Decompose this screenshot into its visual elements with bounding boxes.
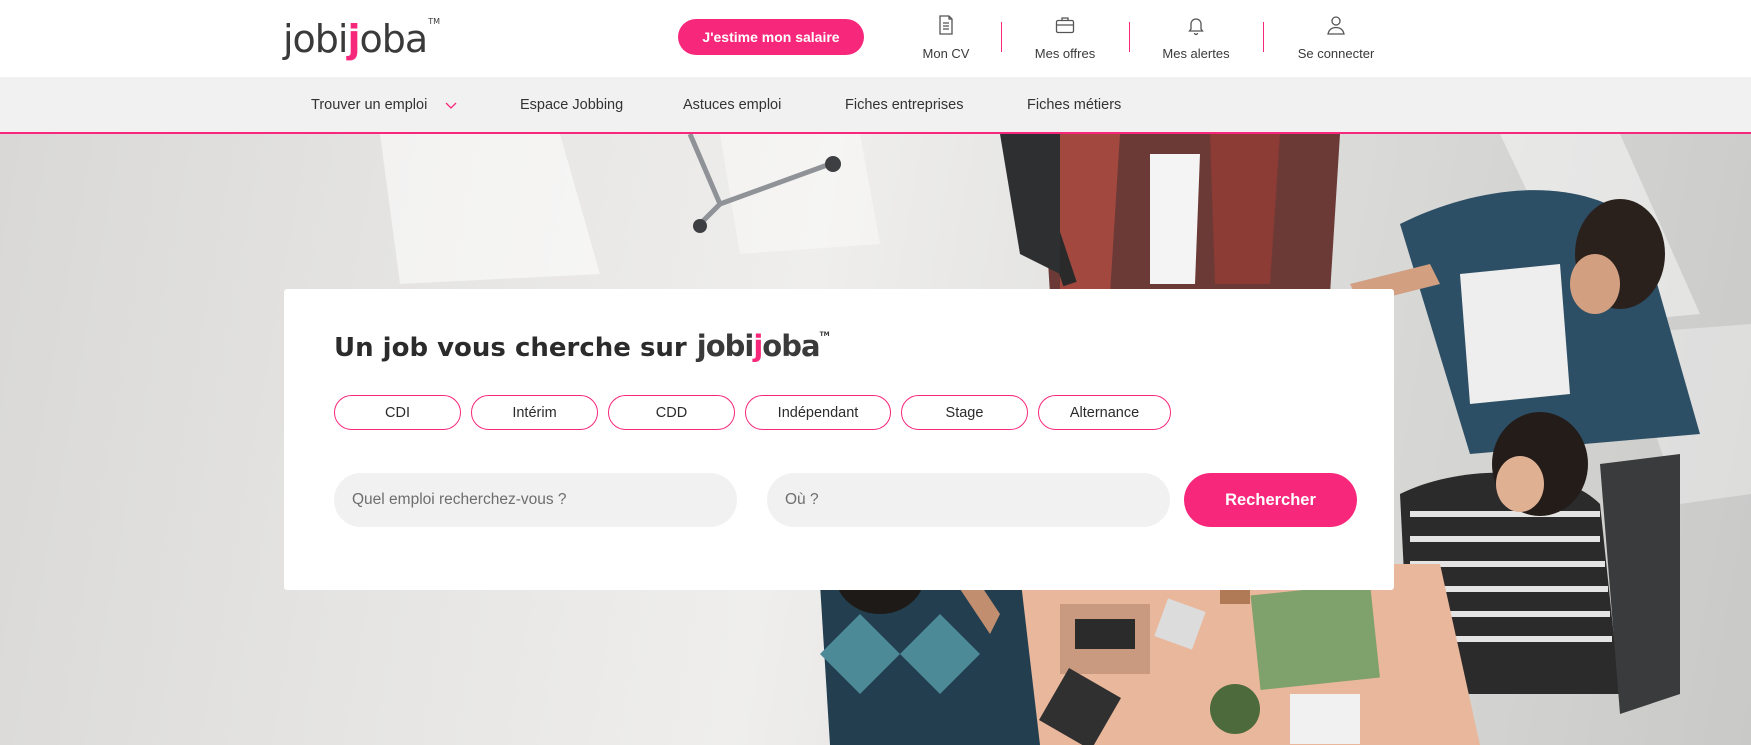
nav-item-label: Trouver un emploi (311, 96, 428, 113)
logo-text-start: jobi (283, 17, 348, 61)
chevron-down-icon[interactable] (445, 99, 457, 111)
my-offers-label: Mes offres (1034, 46, 1096, 61)
user-icon (1327, 16, 1345, 35)
site-header: jobi j oba TM J'estime mon salaire Mon CV M… (0, 0, 1751, 77)
nav-item-company-profiles[interactable]: Fiches entreprises (845, 77, 963, 132)
briefcase-icon (1055, 17, 1075, 34)
contract-type-filters: CDI Intérim CDD Indépendant Stage Altern… (334, 395, 1181, 430)
nav-item-label: Fiches entreprises (845, 96, 964, 113)
contract-chip-stage[interactable]: Stage (901, 395, 1028, 430)
my-alerts-link[interactable]: Mes alertes (1136, 14, 1256, 61)
hero-banner: Un job vous cherche sur jobi j oba TM CDI I… (0, 134, 1751, 745)
contract-chip-interim[interactable]: Intérim (471, 395, 598, 430)
logo-text-accent: j (347, 17, 361, 61)
job-keyword-input[interactable] (334, 473, 737, 527)
header-divider (1129, 22, 1130, 52)
logo-text-start: jobi (696, 329, 755, 363)
search-button[interactable]: Rechercher (1184, 473, 1357, 527)
header-divider (1001, 22, 1002, 52)
logo-trademark: TM (428, 17, 440, 26)
my-cv-label: Mon CV (922, 46, 970, 61)
bell-icon (1188, 18, 1204, 36)
nav-item-jobbing[interactable]: Espace Jobbing (520, 77, 623, 132)
contract-chip-alternance[interactable]: Alternance (1038, 395, 1171, 430)
my-cv-link[interactable]: Mon CV (886, 14, 1006, 61)
sign-in-label: Se connecter (1297, 46, 1375, 61)
nav-item-find-job[interactable]: Trouver un emploi (311, 77, 457, 132)
contract-chip-independant[interactable]: Indépendant (745, 395, 891, 430)
nav-item-job-tips[interactable]: Astuces emploi (683, 77, 781, 132)
logo-trademark: TM (819, 331, 830, 338)
nav-item-job-profiles[interactable]: Fiches métiers (1027, 77, 1121, 132)
main-navigation: Trouver un emploi Espace Jobbing Astuces… (0, 77, 1751, 134)
location-input[interactable] (767, 473, 1170, 527)
nav-item-label: Espace Jobbing (520, 96, 624, 113)
jobijoba-logo: jobi j oba TM (697, 329, 830, 363)
estimate-salary-button[interactable]: J'estime mon salaire (678, 19, 864, 55)
contract-chip-cdi[interactable]: CDI (334, 395, 461, 430)
my-alerts-label: Mes alertes (1162, 46, 1230, 61)
search-title-text: Un job vous cherche sur (334, 333, 687, 363)
search-title: Un job vous cherche sur jobi j oba TM (334, 329, 830, 363)
nav-item-label: Astuces emploi (683, 96, 782, 113)
header-divider (1263, 22, 1264, 52)
contract-chip-cdd[interactable]: CDD (608, 395, 735, 430)
jobijoba-logo[interactable]: jobi j oba TM (283, 12, 440, 61)
logo-text-accent: j (753, 329, 763, 363)
job-search-card: Un job vous cherche sur jobi j oba TM CDI I… (284, 289, 1394, 590)
logo-text-end: oba (359, 17, 429, 61)
document-icon (939, 15, 953, 35)
logo-text-end: oba (762, 329, 820, 363)
my-offers-link[interactable]: Mes offres (1005, 14, 1125, 61)
sign-in-link[interactable]: Se connecter (1276, 14, 1396, 61)
nav-item-label: Fiches métiers (1027, 96, 1122, 113)
